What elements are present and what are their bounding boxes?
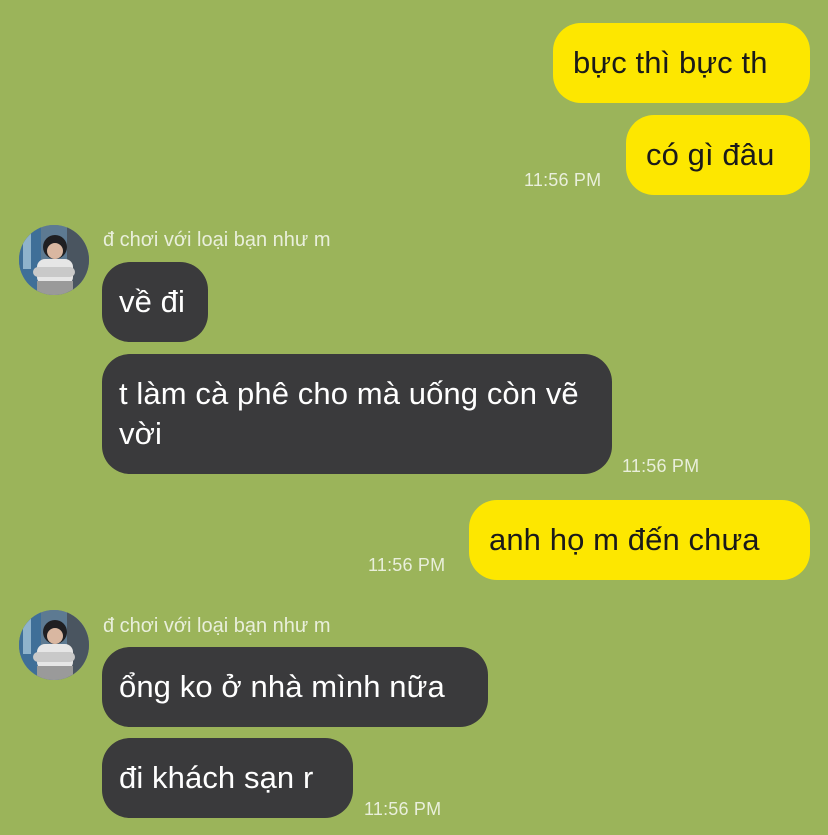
message-timestamp: 11:56 PM (524, 170, 602, 190)
outgoing-message[interactable]: có gì đâu (626, 115, 810, 195)
outgoing-message[interactable]: anh họ m đến chưa (469, 500, 810, 580)
profile-photo-icon (19, 610, 89, 680)
message-text: anh họ m đến chưa (489, 522, 760, 557)
message-timestamp: 11:56 PM (622, 456, 700, 476)
incoming-message[interactable]: đi khách sạn r (102, 738, 353, 818)
sender-name: đ chơi với loại bạn như m (103, 615, 331, 637)
message-text: đi khách sạn r (119, 760, 314, 795)
incoming-message[interactable]: ổng ko ở nhà mình nữa (102, 647, 488, 727)
profile-photo-icon (19, 225, 89, 295)
chat-thread: bực thì bực th có gì đâu 11:56 PM đ chơi… (0, 0, 828, 835)
message-text: bực thì bực th (573, 45, 768, 80)
incoming-message[interactable]: t làm cà phê cho mà uống còn vẽ vời (102, 354, 612, 474)
message-text: ổng ko ở nhà mình nữa (119, 669, 445, 704)
outgoing-message[interactable]: bực thì bực th (553, 23, 810, 103)
message-text: t làm cà phê cho mà uống còn vẽ vời (119, 376, 579, 451)
message-timestamp: 11:56 PM (364, 799, 442, 819)
sender-avatar[interactable] (19, 610, 89, 680)
incoming-message[interactable]: về đi (102, 262, 208, 342)
message-timestamp: 11:56 PM (368, 555, 446, 575)
sender-avatar[interactable] (19, 225, 89, 295)
sender-name: đ chơi với loại bạn như m (103, 229, 331, 251)
message-text: về đi (119, 284, 185, 319)
message-text: có gì đâu (646, 137, 775, 172)
